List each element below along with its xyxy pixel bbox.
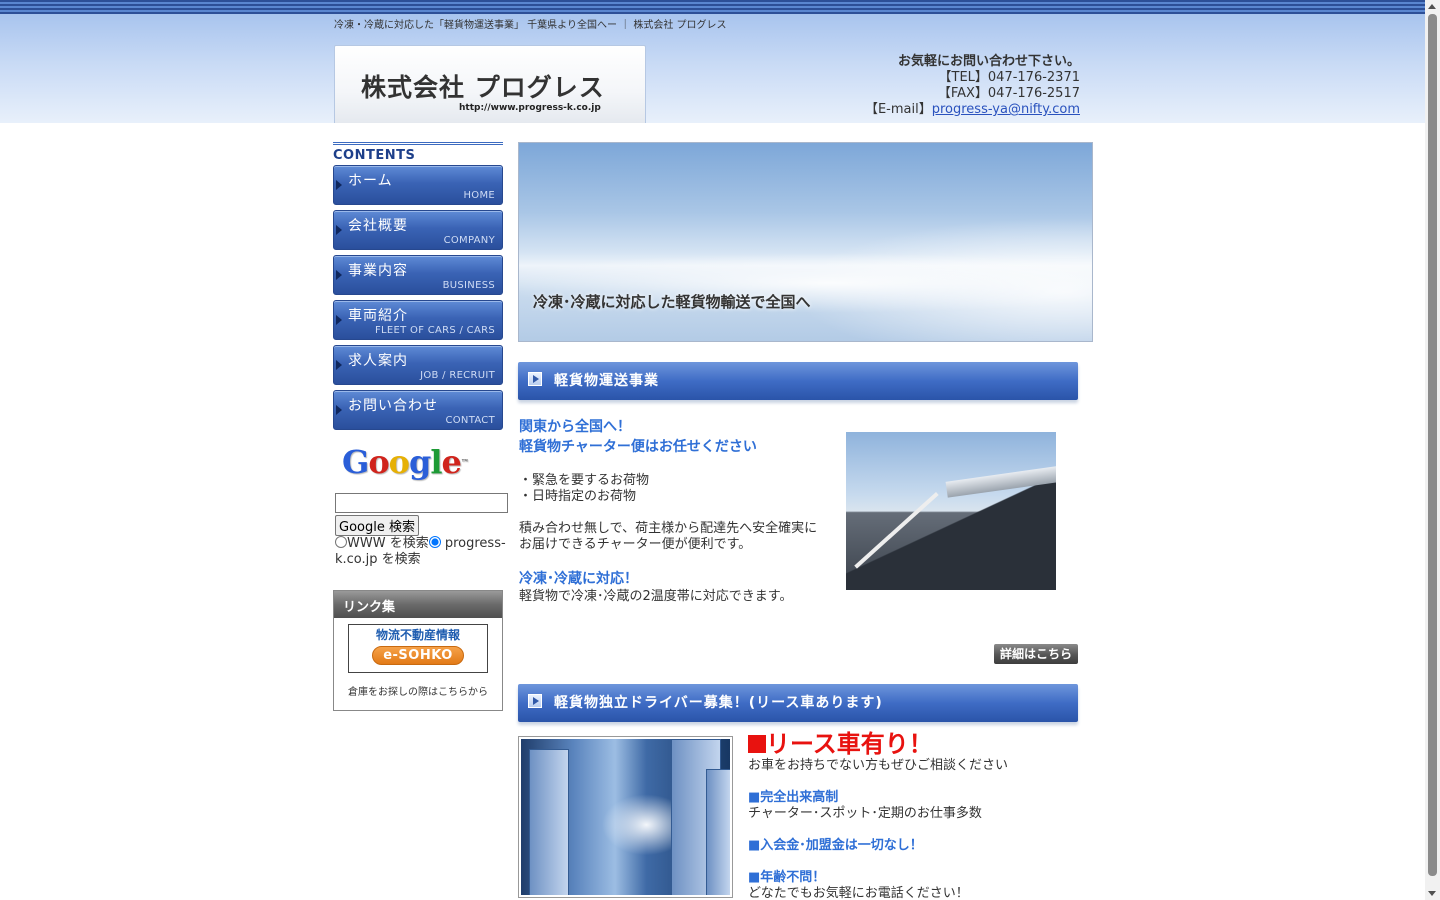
contact-tel: 【TEL】047-176-2371 [938,70,1081,85]
section-title: 軽貨物独立ドライバー募集！(リース車あります) [554,695,883,711]
esokho-banner[interactable]: 物流不動産情報 e-SOHKO [348,624,488,673]
recruit-line-3: どなたでもお気軽にお電話ください！ [748,886,969,900]
lease-headline: リース車有り！ [748,730,1088,758]
search-scope: WWW を検索 progress-k.co.jp を検索 [335,536,510,568]
contact-lead: お気軽にお問い合わせ下さい。 [897,54,1080,69]
recruit-text: リース車有り！ お車をお持ちでない方もぜひご相談ください ■完全出来高制 チャー… [748,730,1088,900]
contact-email-link[interactable]: progress-ya@nifty.com [932,102,1080,117]
lane-marking [854,492,939,569]
nav-arrow-icon [336,405,342,415]
nav-company[interactable]: 会社概要 COMPANY [333,210,503,250]
nav-arrow-icon [336,225,342,235]
nav-sublabel: HOME [463,190,495,201]
links-title: リンク集 [334,591,502,618]
contact-fax: 【FAX】047-176-2517 [937,86,1080,101]
section-heading-business: 軽貨物運送事業 [518,362,1078,400]
logo-url: http://www.progress-k.co.jp [459,103,601,113]
nav-sublabel: CONTACT [445,415,495,426]
nav-sublabel: FLEET OF CARS / CARS [374,325,495,336]
contents-heading: CONTENTS [333,142,503,163]
point-3: ■年齢不問！ [748,870,826,885]
play-icon [528,694,542,708]
recruit-line-1: お車をお持ちでない方もぜひご相談ください [748,758,1009,773]
nav-cars[interactable]: 車両紹介 FLEET OF CARS / CARS [333,300,503,340]
red-square-icon [748,735,766,753]
google-logo: Google™ [342,443,469,481]
scroll-thumb[interactable] [1428,14,1437,876]
hero-image: 冷凍･冷蔵に対応した軽貨物輸送で全国へ [518,142,1093,342]
contact-email-label: 【E-mail】 [864,102,932,117]
bullet-1: ・緊急を要するお荷物 [519,473,650,488]
bullet-2: ・日時指定のお荷物 [519,489,637,504]
banner-top-text: 物流不動産情報 [375,628,460,642]
business-text: 関東から全国へ！ 軽貨物チャーター便はお任せください ・緊急を要するお荷物 ・日… [519,417,839,605]
nav-arrow-icon [336,315,342,325]
section-title: 軽貨物運送事業 [554,373,659,389]
nav-contact[interactable]: お問い合わせ CONTACT [333,390,503,430]
contact-email-row: 【E-mail】progress-ya@nifty.com [865,102,1080,118]
nav-business[interactable]: 事業内容 BUSINESS [333,255,503,295]
nav-label: 会社概要 [348,218,408,234]
headline-1: 関東から全国へ！ [519,419,631,435]
point-1: ■完全出来高制 [748,790,839,805]
google-search-button[interactable]: Google 検索 [335,515,419,536]
site-tagline: 冷凍・冷蔵に対応した「軽貨物運送事業」 千葉県より全国へー ｜ 株式会社 プログ… [334,20,727,31]
highway-photo [846,432,1056,590]
hero-caption: 冷凍･冷蔵に対応した軽貨物輸送で全国へ [533,293,811,311]
headline-2: 軽貨物チャーター便はお任せください [519,439,757,455]
logo-text: 株式会社 プログレス [361,73,605,102]
recruit-line-2: チャーター･スポット･定期のお仕事多数 [748,806,982,821]
guardrail [945,462,1056,498]
nav-sublabel: JOB / RECRUIT [420,370,495,381]
nav-label: お問い合わせ [348,398,438,414]
nav-arrow-icon [336,360,342,370]
radio-www[interactable] [335,536,347,548]
nav-label: ホーム [348,173,393,189]
radio-site[interactable] [428,536,441,548]
subhead-cold: 冷凍･冷蔵に対応！ [519,571,638,587]
scroll-up-icon[interactable] [1428,4,1436,9]
esokho-logo: e-SOHKO [372,646,464,665]
nav-sublabel: COMPANY [443,235,495,246]
scroll-down-icon[interactable] [1428,891,1436,896]
nav-label: 車両紹介 [348,308,408,324]
para-1: 積み合わせ無しで、荷主様から配達先へ安全確実にお届けできるチャーター便が便利です… [519,521,818,552]
sidebar: CONTENTS ホーム HOME 会社概要 COMPANY 事業内容 BUSI… [333,142,508,711]
google-search-input[interactable] [335,493,508,513]
handshake-photo [518,736,733,898]
top-stripe [0,0,1425,14]
play-icon [528,372,542,386]
radio-www-label: WWW を検索 [347,536,429,551]
site-logo[interactable]: 株式会社 プログレス http://www.progress-k.co.jp [334,45,646,123]
page-scrollbar[interactable] [1425,0,1440,900]
details-button[interactable]: 詳細はこちら [994,644,1078,664]
google-search: Google™ Google 検索 WWW を検索 progress-k.co.… [333,440,508,568]
point-2: ■入会金･加盟金は一切なし！ [748,838,923,853]
nav-sublabel: BUSINESS [442,280,495,291]
para-2: 軽貨物で冷凍･冷蔵の2温度帯に対応できます。 [519,589,793,604]
nav-recruit[interactable]: 求人案内 JOB / RECRUIT [333,345,503,385]
nav-arrow-icon [336,270,342,280]
nav-label: 事業内容 [348,263,408,279]
section-heading-recruit: 軽貨物独立ドライバー募集！(リース車あります) [518,684,1078,722]
header-contact: お気軽にお問い合わせ下さい。 【TEL】047-176-2371 【FAX】04… [865,54,1080,118]
links-box: リンク集 物流不動産情報 e-SOHKO 倉庫をお探しの際はこちらから [333,590,503,711]
nav-home[interactable]: ホーム HOME [333,165,503,205]
links-caption: 倉庫をお探しの際はこちらから [348,687,488,698]
nav-label: 求人案内 [348,353,408,369]
nav-arrow-icon [336,180,342,190]
